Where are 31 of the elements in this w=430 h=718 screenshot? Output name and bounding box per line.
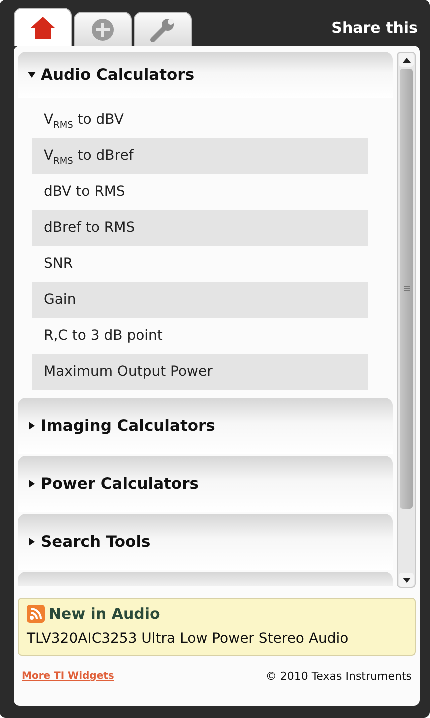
plus-icon [91,18,115,42]
scroll-up-icon[interactable] [402,58,410,62]
calculator-link[interactable]: Maximum Output Power [32,354,368,390]
caret-right-icon [28,480,36,488]
scroll-down-icon[interactable] [402,578,410,582]
section-header[interactable]: Power Calculators [18,456,393,512]
tab[interactable] [14,8,72,46]
calculator-link[interactable]: R,C to 3 dB point [32,318,368,354]
house-icon [30,14,56,40]
calculator-link[interactable]: Gain [32,282,368,318]
calculator-link[interactable]: V$_{RMS}$ to dBref [32,138,368,174]
calculator-link[interactable]: dBref to RMS [32,210,368,246]
copyright-text: © 2010 Texas Instruments [266,670,412,683]
caret-right-icon [28,538,36,546]
news-title: New in Audio [49,605,160,623]
caret-down-icon [28,71,36,79]
tab[interactable] [134,12,192,46]
news-link[interactable]: TLV320AIC3253 Ultra Low Power Stereo Audio [27,631,407,647]
calculator-link[interactable]: SNR [32,246,368,282]
section-header[interactable]: Imaging Calculators [18,398,393,454]
section-header[interactable]: Search Tools [18,514,393,570]
calculator-link[interactable]: dBV to RMS [32,174,368,210]
section-header[interactable]: Audio Calculators [18,52,393,98]
scrollbar[interactable] [397,52,416,588]
wrench-icon [150,16,176,42]
calculator-link[interactable]: V$_{RMS}$ to dBV [32,102,368,138]
rss-icon [27,605,45,623]
grip-icon [404,286,410,292]
share-link[interactable]: Share this [332,19,418,37]
caret-right-icon [28,422,36,430]
tab[interactable] [74,12,132,46]
